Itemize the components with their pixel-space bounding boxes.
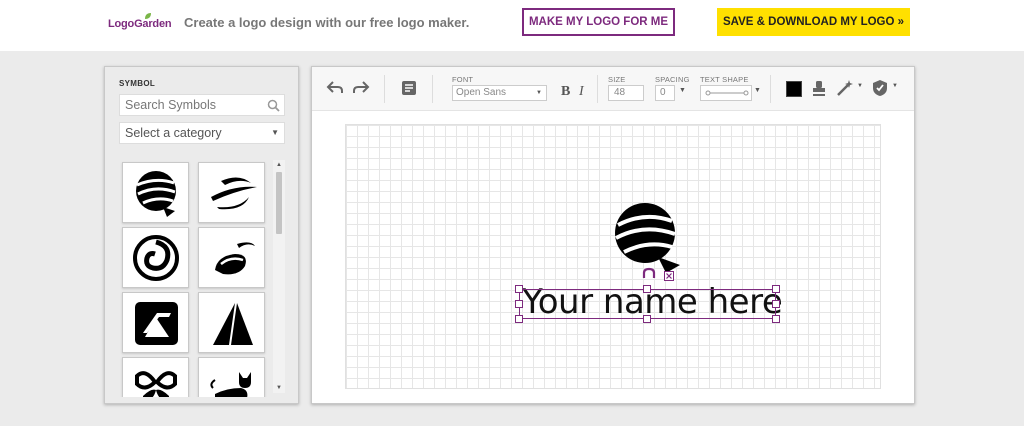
logogarden-logo[interactable]: LogoGarden: [108, 12, 178, 34]
resize-handle[interactable]: [643, 315, 651, 323]
leaf-icon: [145, 13, 151, 19]
undo-icon[interactable]: [326, 79, 344, 95]
chevron-down-icon: ▼: [536, 90, 542, 96]
toolbar-divider: [384, 75, 385, 103]
toolbar-divider: [770, 75, 771, 103]
symbol-globe-swoosh[interactable]: [122, 162, 189, 223]
chevron-down-icon[interactable]: ▼: [679, 87, 686, 94]
category-select-value: Select a category: [125, 126, 222, 140]
font-select-value: Open Sans: [456, 87, 507, 98]
size-input[interactable]: 48: [608, 85, 644, 101]
spacing-label: SPACING: [655, 75, 690, 84]
symbol-scrollbar[interactable]: ▲ ▼: [273, 160, 285, 393]
orbit-swoosh-icon: [211, 177, 257, 210]
magic-wand-icon[interactable]: [836, 79, 854, 97]
editor-toolbar: FONT Open Sans ▼ B I SIZE 48 SPACING 0 ▼…: [312, 67, 914, 111]
text-shape-label: TEXT SHAPE: [700, 75, 749, 84]
symbol-spiral-circle[interactable]: [122, 227, 189, 288]
logo-text: LogoGarden: [108, 18, 172, 30]
symbol-leaf-swoosh[interactable]: [198, 227, 265, 288]
text-box-icon[interactable]: [401, 80, 417, 96]
search-symbols-input[interactable]: [120, 95, 264, 115]
category-select[interactable]: Select a category ▼: [119, 122, 285, 144]
toolbar-divider: [597, 75, 598, 103]
symbol-orbit-swoosh[interactable]: [198, 162, 265, 223]
spiral-circle-icon: [133, 235, 179, 281]
leaf-swoosh-icon: [215, 242, 255, 275]
canvas-globe-symbol[interactable]: [610, 201, 684, 275]
chevron-down-icon[interactable]: ▼: [754, 87, 761, 94]
resize-handle[interactable]: [515, 285, 523, 293]
symbol-grid: [119, 157, 287, 397]
butterfly-icon: [135, 371, 177, 397]
peaks-icon: [213, 303, 253, 345]
chevron-down-icon[interactable]: ▼: [857, 83, 863, 89]
resize-handle[interactable]: [772, 315, 780, 323]
make-my-logo-button[interactable]: MAKE MY LOGO FOR ME: [522, 8, 675, 36]
chevron-down-icon: ▼: [271, 128, 279, 137]
bold-button[interactable]: B: [561, 84, 570, 100]
rotate-icon[interactable]: [642, 267, 656, 279]
resize-handle[interactable]: [643, 285, 651, 293]
stripe-square-icon: [135, 302, 178, 345]
search-box: [119, 94, 285, 116]
text-shape-select[interactable]: [700, 85, 752, 101]
design-canvas[interactable]: Your name here: [345, 124, 881, 389]
scroll-down-icon[interactable]: ▼: [276, 385, 282, 391]
header: LogoGarden Create a logo design with our…: [0, 0, 1024, 51]
symbol-panel: SYMBOL Select a category ▼: [104, 66, 299, 404]
resize-handle[interactable]: [772, 285, 780, 293]
scroll-up-icon[interactable]: ▲: [276, 162, 282, 168]
scroll-thumb[interactable]: [276, 172, 282, 234]
remove-icon[interactable]: [664, 271, 674, 281]
spacing-input[interactable]: 0: [655, 85, 675, 101]
size-label: SIZE: [608, 75, 626, 84]
symbol-butterfly[interactable]: [122, 357, 189, 397]
chevron-down-icon[interactable]: ▼: [892, 83, 898, 89]
resize-handle[interactable]: [772, 300, 780, 308]
symbol-panel-title: SYMBOL: [119, 79, 156, 88]
resize-handle[interactable]: [515, 315, 523, 323]
symbol-cat[interactable]: [198, 357, 265, 397]
cat-icon: [210, 372, 251, 397]
symbol-peaks[interactable]: [198, 292, 265, 353]
toolbar-divider: [432, 75, 433, 103]
symbol-stripe-square[interactable]: [122, 292, 189, 353]
text-color-swatch[interactable]: [786, 81, 802, 97]
save-download-button[interactable]: SAVE & DOWNLOAD MY LOGO »: [717, 8, 910, 36]
stamp-icon[interactable]: [812, 80, 826, 97]
globe-swoosh-icon: [136, 171, 176, 217]
italic-button[interactable]: I: [579, 84, 584, 100]
search-icon[interactable]: [267, 99, 280, 112]
redo-icon[interactable]: [352, 79, 370, 95]
font-label: FONT: [452, 75, 474, 84]
font-select[interactable]: Open Sans ▼: [452, 85, 547, 101]
resize-handle[interactable]: [515, 300, 523, 308]
shield-icon[interactable]: [872, 79, 888, 97]
text-shape-line-icon: [705, 90, 749, 96]
editor-panel: FONT Open Sans ▼ B I SIZE 48 SPACING 0 ▼…: [311, 66, 915, 404]
tagline: Create a logo design with our free logo …: [184, 15, 470, 30]
